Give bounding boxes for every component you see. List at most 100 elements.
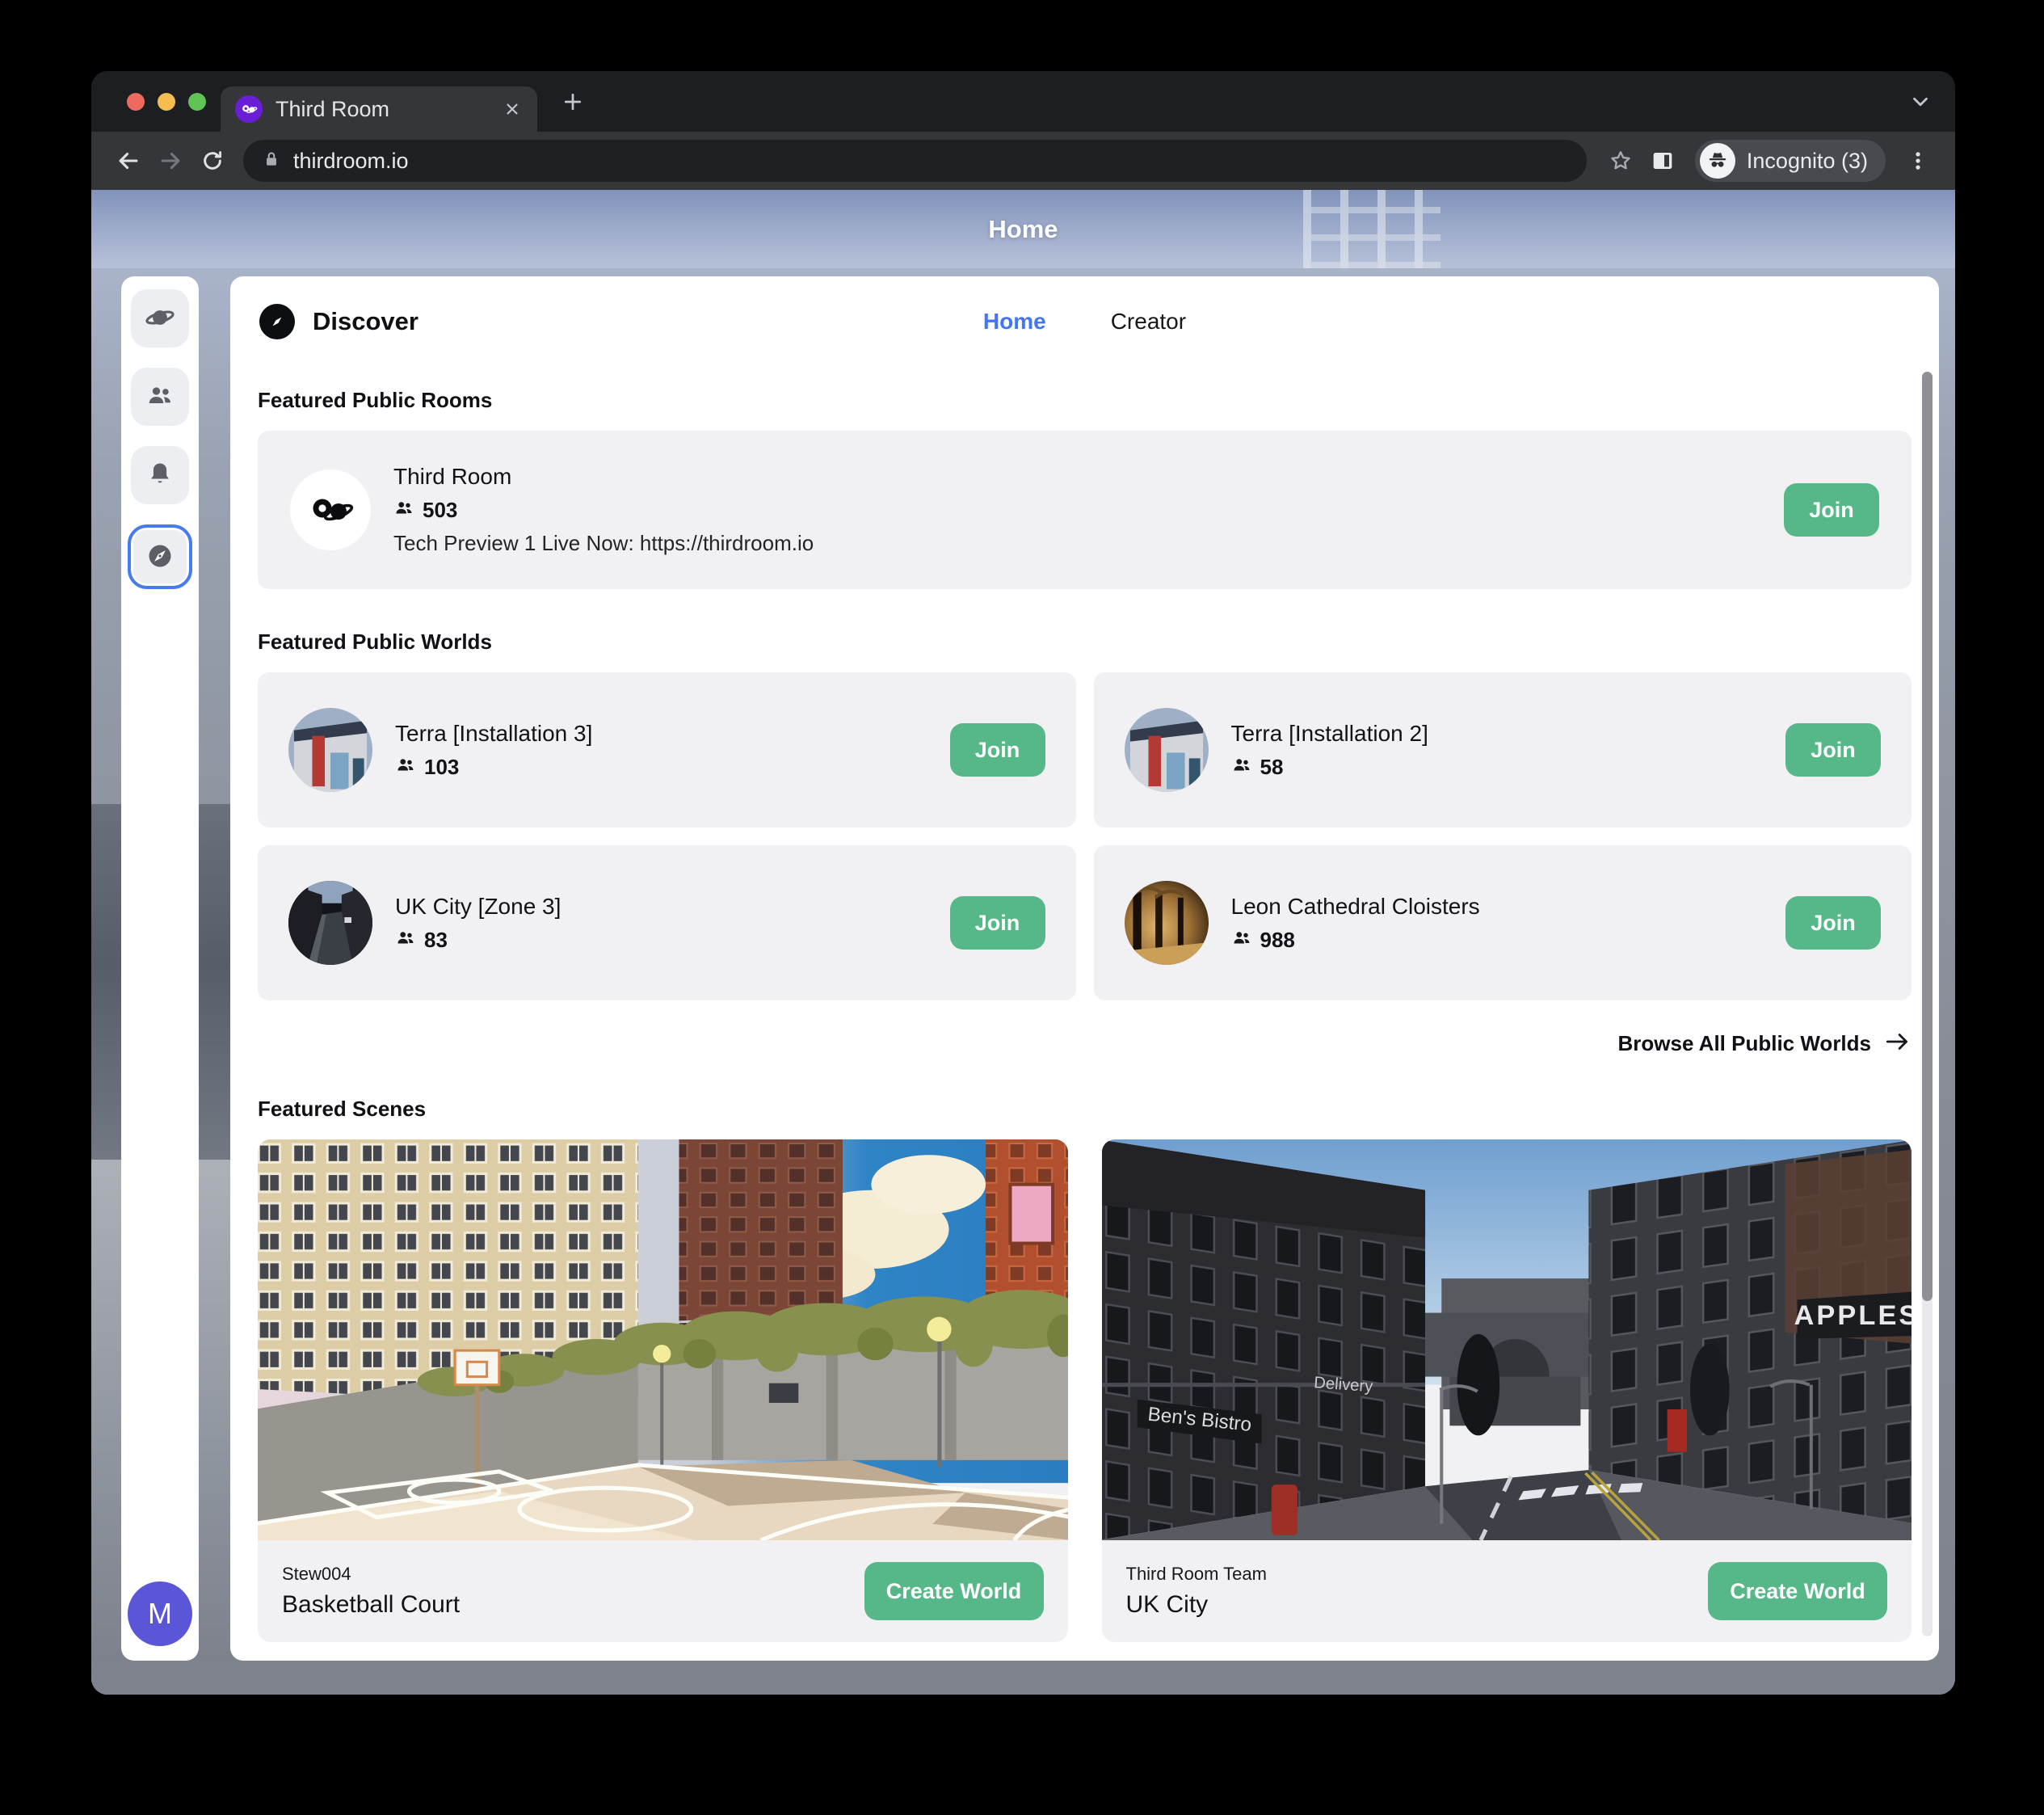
worlds-grid: Terra [Installation 3] 103 Join (258, 672, 1912, 1000)
app-sidebar: M (121, 276, 199, 1661)
world-name: Leon Cathedral Cloisters (1231, 894, 1480, 920)
world-card-terra-3[interactable]: Terra [Installation 3] 103 Join (258, 672, 1076, 827)
scene-footer: Stew004 Basketball Court Create World (258, 1540, 1068, 1642)
scene-name: UK City (1126, 1591, 1267, 1619)
browser-menu-icon[interactable] (1897, 140, 1939, 182)
members-icon (395, 755, 416, 780)
browser-tab-strip: Third Room (91, 71, 1955, 132)
incognito-badge[interactable]: Incognito (3) (1695, 140, 1886, 182)
world-card-leon-cathedral[interactable]: Leon Cathedral Cloisters 988 Join (1094, 845, 1912, 1000)
compass-icon (145, 541, 175, 573)
browser-tab[interactable]: Third Room (221, 86, 537, 132)
world-card-uk-city[interactable]: UK City [Zone 3] 83 Join (258, 845, 1076, 1000)
members-icon (393, 498, 414, 523)
browser-window: Third Room (91, 71, 1955, 1695)
tab-creator[interactable]: Creator (1111, 309, 1186, 335)
side-panel-icon[interactable] (1642, 140, 1684, 182)
join-world-button[interactable]: Join (950, 723, 1045, 777)
page-title: Discover (313, 307, 418, 336)
scene-meta: Third Room Team UK City (1126, 1564, 1267, 1619)
tab-close-icon[interactable] (502, 99, 523, 120)
room-description: Tech Preview 1 Live Now: https://thirdro… (393, 531, 814, 556)
scenes-grid: Stew004 Basketball Court Create World (258, 1139, 1912, 1642)
browse-all-row: Browse All Public Worlds (258, 1028, 1912, 1059)
room-name: Third Room (393, 464, 814, 490)
scene-name: Basketball Court (282, 1591, 460, 1619)
discover-tabs: Home Creator (983, 276, 1186, 367)
sidebar-item-discover[interactable] (133, 530, 187, 583)
sidebar-item-worlds[interactable] (131, 289, 189, 347)
create-world-button[interactable]: Create World (1708, 1562, 1887, 1620)
world-name: Terra [Installation 3] (395, 721, 592, 747)
scene-card-basketball-court: Stew004 Basketball Court Create World (258, 1139, 1068, 1642)
discover-badge (259, 304, 295, 339)
world-member-count: 58 (1260, 755, 1284, 780)
room-card[interactable]: Third Room 503 Tech Previe (258, 431, 1912, 589)
arrow-right-icon[interactable] (1884, 1028, 1912, 1059)
members-icon (395, 928, 416, 953)
forward-icon[interactable] (149, 140, 191, 182)
room-member-count: 503 (423, 498, 457, 523)
url-text: thirdroom.io (293, 149, 409, 174)
scrollbar-thumb[interactable] (1922, 372, 1933, 1301)
world-members: 988 (1231, 928, 1480, 953)
sidebar-item-friends[interactable] (131, 368, 189, 426)
world-member-count: 83 (424, 928, 448, 953)
bell-icon (145, 460, 175, 491)
address-bar[interactable]: thirdroom.io (243, 140, 1587, 182)
app-header-title: Home (988, 215, 1058, 244)
lock-icon (261, 149, 282, 174)
scene-image-basketball-court (258, 1139, 1068, 1540)
planet-icon (145, 302, 175, 335)
world-member-count: 988 (1260, 928, 1295, 953)
third-room-favicon-icon (235, 95, 263, 123)
scene-image-uk-city: APPLES Ben's Bistro Delivery (1102, 1139, 1912, 1540)
create-world-button[interactable]: Create World (864, 1562, 1044, 1620)
sidebar-item-discover-active-ring (128, 524, 192, 589)
scrollbar-track[interactable] (1922, 372, 1933, 1636)
discover-scroll-area: Featured Public Rooms Third Room (230, 388, 1939, 1642)
user-avatar[interactable]: M (128, 1581, 192, 1646)
tab-title: Third Room (275, 97, 502, 122)
members-icon (1231, 755, 1252, 780)
world-name: Terra [Installation 2] (1231, 721, 1428, 747)
browser-toolbar: thirdroom.io Incognito (3) (91, 132, 1955, 190)
world-members: 103 (395, 755, 592, 780)
scene-footer: Third Room Team UK City Create World (1102, 1540, 1912, 1642)
sidebar-item-notifications[interactable] (131, 446, 189, 504)
join-world-button[interactable]: Join (1785, 896, 1881, 950)
tab-home[interactable]: Home (983, 309, 1046, 335)
members-icon (1231, 928, 1252, 953)
people-icon (145, 381, 175, 413)
world-thumbnail-terra-2 (1125, 708, 1209, 792)
minimize-window-button[interactable] (158, 93, 175, 111)
background-scaffold (1303, 190, 1440, 268)
new-tab-button[interactable] (555, 84, 591, 120)
window-controls (127, 71, 206, 132)
join-world-button[interactable]: Join (1785, 723, 1881, 777)
app-header: Home (91, 190, 1955, 268)
browse-all-public-worlds-link[interactable]: Browse All Public Worlds (1618, 1031, 1872, 1056)
tab-search-chevron-icon[interactable] (1908, 71, 1933, 132)
close-window-button[interactable] (127, 93, 145, 111)
section-heading-rooms: Featured Public Rooms (258, 388, 1912, 413)
room-members: 503 (393, 498, 814, 523)
world-card-terra-2[interactable]: Terra [Installation 2] 58 Join (1094, 672, 1912, 827)
world-name: UK City [Zone 3] (395, 894, 561, 920)
third-room-logo-icon (290, 470, 371, 550)
reload-icon[interactable] (191, 140, 233, 182)
world-thumbnail-terra-3 (288, 708, 372, 792)
join-room-button[interactable]: Join (1784, 483, 1879, 537)
back-icon[interactable] (107, 140, 149, 182)
zoom-window-button[interactable] (188, 93, 206, 111)
join-world-button[interactable]: Join (950, 896, 1045, 950)
scene-author: Third Room Team (1126, 1564, 1267, 1585)
world-thumbnail-cathedral (1125, 881, 1209, 965)
discover-panel-header: Discover Home Creator (230, 276, 1939, 367)
incognito-label: Incognito (3) (1747, 149, 1868, 174)
section-heading-worlds: Featured Public Worlds (258, 630, 1912, 655)
incognito-icon (1700, 143, 1735, 179)
section-heading-scenes: Featured Scenes (258, 1097, 1912, 1122)
world-member-count: 103 (424, 755, 459, 780)
bookmark-star-icon[interactable] (1600, 140, 1642, 182)
